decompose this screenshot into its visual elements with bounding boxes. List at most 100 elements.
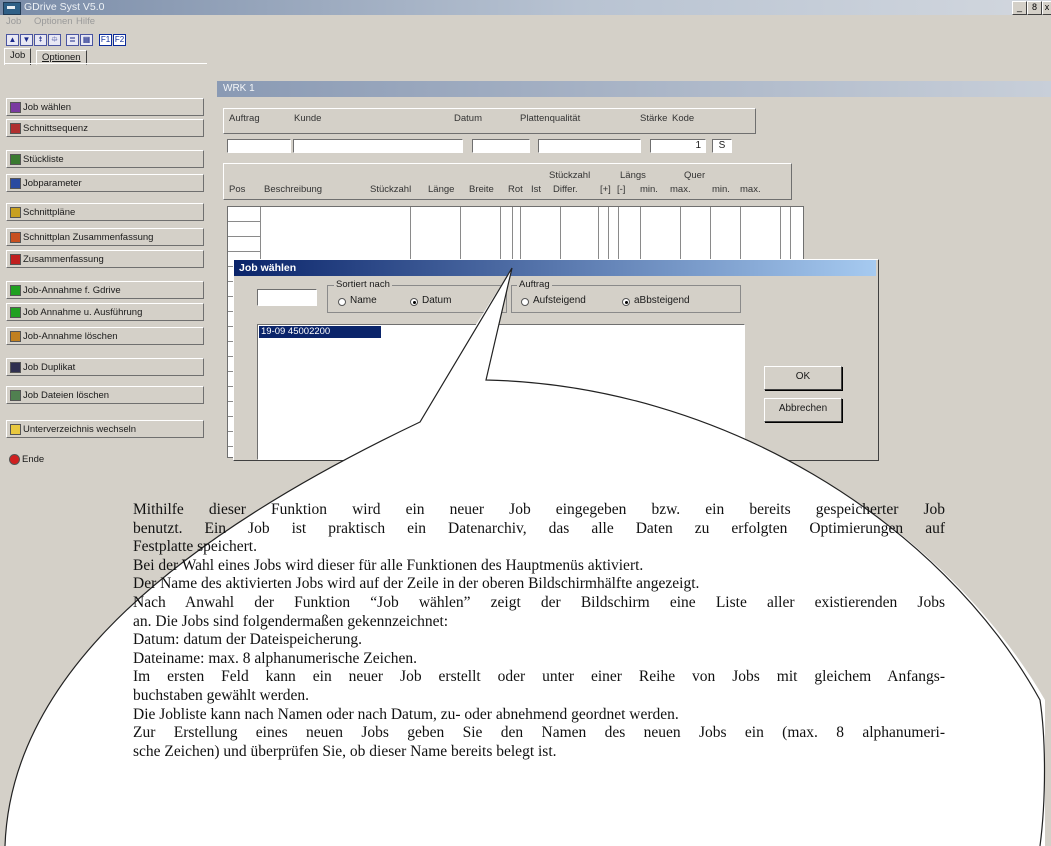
auftrag-field[interactable] [227,139,291,153]
dialog-title-bar: Job wählen [234,260,876,276]
ok-run-icon [10,307,21,318]
arrow-up-icon[interactable]: ▲ [6,34,19,46]
toolbar: ▲ ▼ ⯒ ⯐ ≣ ▦ F1 F2 [6,34,166,46]
col-laengs-min: min. [640,184,658,195]
callout-line: Festplatte speichert. [133,538,257,556]
sidebar-button-sigma[interactable]: Zusammenfassung [6,250,204,268]
callout-line: Mithilfe dieser Funktion wird ein neuer … [133,501,945,518]
callout-line: Im ersten Feld kann ein neuer Job erstel… [133,668,945,686]
arrow-down-icon[interactable]: ▼ [20,34,33,46]
datum-field[interactable] [472,139,530,153]
callout-line: Der Name des aktivierten Jobs wird auf d… [133,575,700,593]
sidebar-button-parts-list[interactable]: Stückliste [6,150,204,168]
f2-button[interactable]: F2 [113,34,126,46]
order-asc-label[interactable]: Aufsteigend [533,295,586,306]
folder-icon [10,424,21,435]
col-laenge: Länge [428,184,455,195]
sidebar-button-label: Jobparameter [23,178,82,189]
col-pos: Pos [229,184,246,195]
stop-icon [9,454,20,465]
sidebar-button-label: Job-Annahme löschen [23,331,118,342]
callout-line: Datum: datum der Dateispeicherung. [133,631,362,649]
job-name-input[interactable] [257,289,317,306]
last-icon[interactable]: ⯐ [48,34,61,46]
col-breite: Breite [469,184,494,195]
col-minus: [-] [617,184,626,195]
sidebar-button-job-parameter[interactable]: Jobparameter [6,174,204,192]
minimize-button[interactable]: _ [1012,1,1027,15]
col-rot: Rot [508,184,523,195]
sidebar-button-job-select[interactable]: Job wählen [6,98,204,116]
list-icon[interactable]: ≣ [66,34,79,46]
grid-row-line [228,236,260,237]
window-title-bar: GDrive Syst V5.0 _ 8 x [0,0,1051,15]
col-quer-group: Quer [684,170,706,181]
sidebar-button-ok-run[interactable]: Job Annahme u. Ausführung [6,303,204,321]
col-quer-min: min. [712,184,730,195]
cut-sequence-icon [10,123,21,134]
sort-datum-radio[interactable] [410,298,418,306]
job-list[interactable] [257,324,745,460]
sidebar-button-label: Job Dateien löschen [23,390,110,401]
order-group-label: Auftrag [517,279,552,290]
help-callout-text: Mithilfe dieser Funktion wird ein neuer … [133,501,945,761]
cut-plan-summary-icon [10,232,21,243]
callout-line: benutzt. Ein Job ist praktisch ein Daten… [133,519,945,537]
sidebar-button-cut-sequence[interactable]: Schnittsequenz [6,119,204,137]
sidebar-button-folder[interactable]: Unterverzeichnis wechseln [6,420,204,438]
cancel-button[interactable]: Abbrechen [764,398,842,422]
staerke-field[interactable]: 1 [650,139,706,153]
kode-field[interactable]: S [712,139,732,153]
sidebar-button-label: Job Annahme u. Ausführung [23,307,143,318]
job-list-item[interactable]: 19-09 45002200 [259,326,381,338]
window-title: GDrive Syst V5.0 [24,1,105,13]
kunde-field[interactable] [293,139,463,153]
label-kode: Kode [672,113,695,124]
col-differ: Differ. [553,184,578,195]
callout-line: Dateiname: max. 8 alphanumerische Zeiche… [133,649,418,667]
order-asc-radio[interactable] [521,298,529,306]
sort-name-label[interactable]: Name [350,295,377,306]
plattenqualitaet-field[interactable] [538,139,641,153]
col-beschreibung: Beschreibung [264,184,323,195]
sigma-icon [10,254,21,265]
sidebar-button-label: Job-Annahme f. Gdrive [23,285,121,296]
sidebar-button-cut-plans[interactable]: Schnittpläne [6,203,204,221]
sidebar-button-cut-plan-summary[interactable]: Schnittplan Zusammenfassung [6,228,204,246]
sort-datum-label[interactable]: Datum [422,295,451,306]
sidebar-button-ok[interactable]: Job-Annahme f. Gdrive [6,281,204,299]
sidebar-button-label: Ende [22,454,45,465]
first-icon[interactable]: ⯒ [34,34,47,46]
label-auftrag: Auftrag [229,113,260,124]
sidebar-button-label: Job wählen [23,102,72,113]
col-ist: Ist [531,184,542,195]
close-button[interactable]: x [1042,1,1051,15]
trash-icon [10,390,21,401]
sidebar-button-label: Schnittplan Zusammenfassung [23,232,154,243]
menu-job[interactable]: Job [6,16,21,27]
col-stueckzahl: Stückzahl [370,184,412,195]
callout-line: Nach Anwahl der Funktion “Job wählen” ze… [133,593,945,611]
col-quer-max: max. [740,184,761,195]
callout-line: Zur Erstellung eines neuen Jobs geben Si… [133,724,945,742]
maximize-button[interactable]: 8 [1027,1,1042,15]
menu-optionen[interactable]: Optionen [34,16,73,27]
work-title: WRK 1 [223,83,255,94]
callout-line: an. Die Jobs sind folgendermaßen gekennz… [133,612,449,630]
work-title-bar: WRK 1 [217,81,1051,97]
sidebar-button-floppy[interactable]: Job Duplikat [6,358,204,376]
order-desc-label[interactable]: aBbsteigend [634,295,690,306]
label-plattenqualitaet: Plattenqualität [520,113,581,124]
menu-hilfe[interactable]: Hilfe [76,16,95,27]
sidebar-button-label: Schnittsequenz [23,123,88,134]
callout-line: buchstaben gewählt werden. [133,686,310,704]
f1-button[interactable]: F1 [99,34,112,46]
sidebar-button-delete-acceptance[interactable]: Job-Annahme löschen [6,327,204,345]
sort-name-radio[interactable] [338,298,346,306]
sidebar-button-trash[interactable]: Job Dateien löschen [6,386,204,404]
col-laengs-max: max. [670,184,691,195]
ok-button[interactable]: OK [764,366,842,390]
order-desc-radio[interactable] [622,298,630,306]
sidebar-button-stop[interactable]: Ende [6,451,204,469]
calculator-icon[interactable]: ▦ [80,34,93,46]
